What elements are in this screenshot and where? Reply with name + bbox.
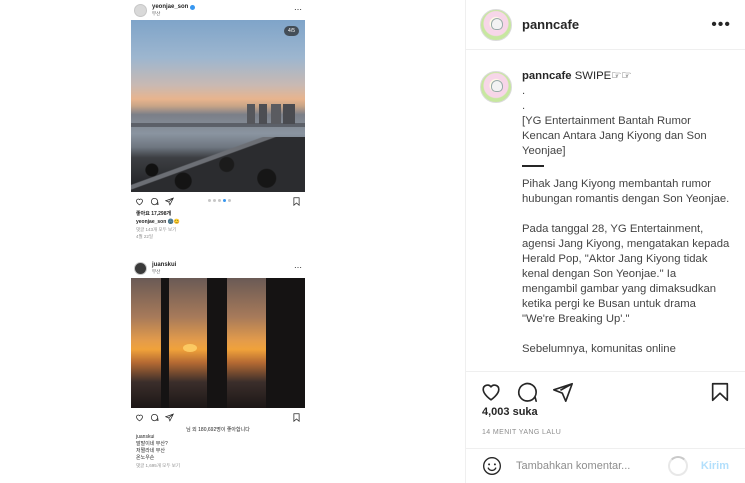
avatar[interactable]: [480, 8, 512, 41]
embedded-username: yeonjae_son: [152, 3, 189, 10]
caption-paragraph: Pada tanggal 28, YG Entertainment, agens…: [522, 223, 730, 325]
emoji-icon[interactable]: [482, 456, 502, 476]
embedded-username: juanskui: [152, 261, 177, 268]
embedded-post-2: juanskui 부산 ⋯ 님 외 180,692명이 좋아합니다 juansk…: [130, 258, 306, 483]
more-icon: ⋯: [294, 5, 302, 14]
embedded-location: 부산: [152, 268, 161, 274]
embedded-actions: [130, 192, 306, 210]
heart-icon[interactable]: [480, 381, 502, 403]
like-count[interactable]: 4,003 suka: [482, 406, 538, 418]
embedded-caption: yeonjae_son 🌚😊: [136, 219, 181, 225]
caption-area[interactable]: panncafe SWIPE☞☞ . . [YG Entertainment B…: [466, 51, 745, 371]
caption-headline: [YG Entertainment Bantah Rumor Kencan An…: [522, 115, 707, 157]
caption-paragraph: Sebelumnya, komunitas online: [522, 343, 676, 355]
window-frame: [161, 278, 169, 408]
window-frame: [207, 278, 227, 408]
embedded-caption-line: 말말이네 부산?: [136, 441, 168, 447]
sunset-sea-photo: 4/5: [131, 20, 305, 192]
page-indicator: 4/5: [284, 26, 299, 36]
embedded-actions: [130, 408, 306, 426]
embedded-likes: 님 외 180,692명이 좋아합니다: [186, 427, 250, 433]
caption-line: .: [522, 85, 526, 97]
heart-icon: [136, 414, 143, 421]
embedded-date: 4월 22일: [136, 234, 154, 239]
window-frame: [266, 278, 305, 408]
comment-icon[interactable]: [516, 381, 538, 403]
bookmark-icon[interactable]: [709, 381, 731, 403]
sunset-window-photo: [131, 278, 305, 408]
embedded-likes: 좋아요 17,298개: [136, 211, 172, 217]
embedded-caption-user: juanskui: [136, 434, 155, 440]
comment-input[interactable]: [516, 460, 656, 472]
post-sidebar: panncafe ••• panncafe SWIPE☞☞ . . [YG En…: [466, 0, 745, 483]
embedded-comments-link: 댓글 1,695개 모두 보기: [136, 463, 180, 468]
share-icon: [165, 196, 174, 206]
loading-spinner-icon: [668, 456, 688, 476]
comment-icon: [150, 413, 159, 421]
avatar: [134, 3, 147, 17]
bookmark-icon: [293, 196, 300, 206]
verified-icon: [190, 4, 196, 10]
avatar: [134, 261, 147, 275]
post-image[interactable]: yeonjae_son 부산 ⋯ 4/5 좋아요 17,298개 yeonjae…: [0, 0, 466, 483]
post-header: panncafe •••: [466, 0, 745, 50]
embedded-location: 부산: [152, 10, 161, 16]
caption-text: panncafe SWIPE☞☞ . . [YG Entertainment B…: [522, 69, 731, 371]
embedded-post-header: juanskui 부산 ⋯: [130, 258, 306, 278]
avatar[interactable]: [480, 71, 512, 103]
post-timestamp[interactable]: 14 menit yang lalu: [482, 429, 561, 436]
share-icon[interactable]: [552, 381, 574, 403]
heart-icon: [136, 198, 143, 205]
more-icon: ⋯: [294, 263, 302, 272]
header-username[interactable]: panncafe: [522, 17, 579, 32]
carousel-dots: [208, 199, 231, 202]
divider: [522, 165, 544, 167]
embedded-comments-link: 댓글 143개 모두 보기: [136, 227, 177, 232]
rocks: [131, 137, 305, 192]
caption-username[interactable]: panncafe: [522, 70, 572, 82]
sun: [183, 344, 197, 352]
comment-icon: [150, 197, 159, 205]
city-skyline: [247, 104, 295, 124]
caption-line: .: [522, 100, 526, 112]
embedded-post-header: yeonjae_son 부산 ⋯: [130, 0, 306, 20]
more-options-icon[interactable]: •••: [711, 16, 731, 34]
embedded-post-1: yeonjae_son 부산 ⋯ 4/5 좋아요 17,298개 yeonjae…: [130, 0, 306, 250]
embedded-caption-line: 온노우손: [136, 455, 155, 461]
caption-first-line: SWIPE☞☞: [574, 70, 632, 82]
bookmark-icon: [293, 412, 300, 422]
post-comment-button[interactable]: Kirim: [701, 460, 729, 472]
share-icon: [165, 412, 174, 422]
embedded-caption-line: 저쩔라네 부산: [136, 448, 165, 454]
action-bar: [466, 371, 745, 411]
caption-paragraph: Pihak Jang Kiyong membantah rumor hubung…: [522, 178, 730, 205]
comment-form: Kirim: [466, 448, 745, 483]
